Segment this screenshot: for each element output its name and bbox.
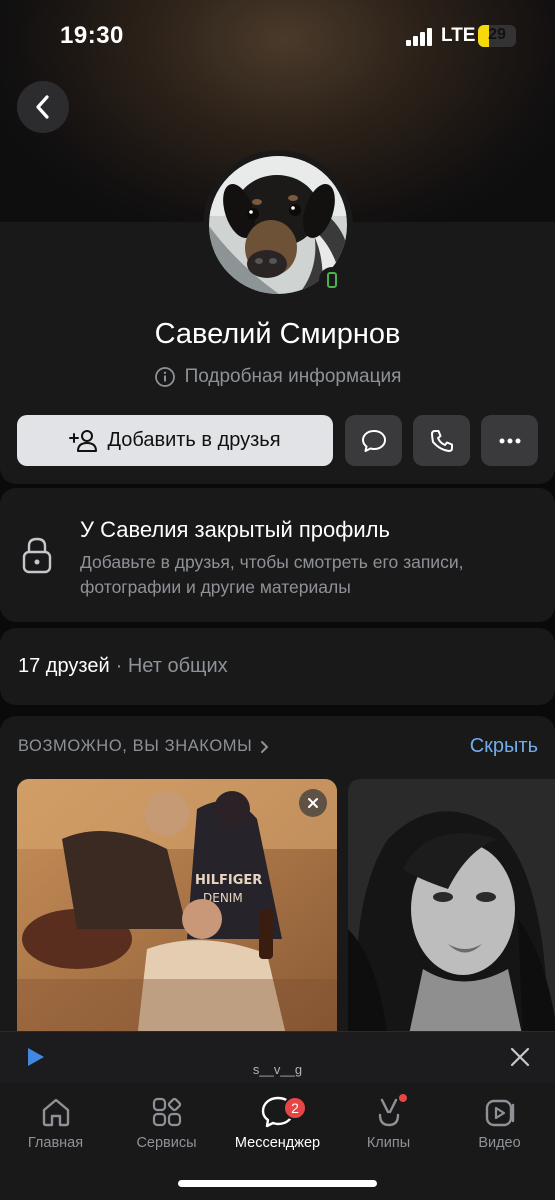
- network-type: LTE: [441, 25, 476, 46]
- friends-row[interactable]: 17 друзей · Нет общих: [0, 628, 555, 705]
- suggestion-card-photo[interactable]: [348, 779, 555, 1039]
- close-icon: [308, 798, 318, 808]
- tab-label: Клипы: [366, 1135, 411, 1151]
- portrait-photo: [348, 779, 555, 1039]
- chat-bubble-icon: [361, 429, 386, 452]
- message-button[interactable]: [345, 415, 402, 466]
- chevron-left-icon: [36, 95, 49, 119]
- chevron-right-icon: [261, 740, 269, 753]
- phone-icon: [430, 429, 453, 452]
- signal-strength-icon: [406, 28, 434, 46]
- status-bar: 19:30 LTE 29: [0, 0, 555, 72]
- details-label: Подробная информация: [184, 366, 402, 387]
- tab-video[interactable]: Видео: [444, 1091, 555, 1151]
- mutual-friends: · Нет общих: [115, 655, 228, 677]
- add-friend-label: Добавить в друзья: [107, 429, 281, 451]
- suggestions-section: ВОЗМОЖНО, ВЫ ЗНАКОМЫ Скрыть HILFIGER DEN…: [0, 716, 555, 1056]
- add-friend-button[interactable]: Добавить в друзья: [17, 415, 333, 466]
- tab-messenger[interactable]: 2 Мессенджер: [222, 1091, 333, 1151]
- suggestions-header[interactable]: ВОЗМОЖНО, ВЫ ЗНАКОМЫ: [18, 737, 270, 756]
- suggestion-card-photo[interactable]: HILFIGER DENIM: [17, 779, 337, 1039]
- services-icon: [152, 1097, 181, 1127]
- lock-icon: [22, 537, 52, 574]
- close-player-icon[interactable]: [509, 1046, 531, 1068]
- home-indicator: [178, 1180, 377, 1187]
- dismiss-suggestion-button[interactable]: [299, 789, 327, 817]
- battery-icon: 29: [478, 25, 516, 47]
- friends-count: 17 друзей: [18, 655, 110, 677]
- back-button[interactable]: [17, 81, 69, 133]
- closed-profile-title: У Савелия закрытый профиль: [80, 517, 390, 542]
- closed-profile-description: Добавьте в друзья, чтобы смотреть его за…: [80, 552, 464, 597]
- tab-clips[interactable]: Клипы: [333, 1091, 444, 1151]
- suggestions-title: ВОЗМОЖНО, ВЫ ЗНАКОМЫ: [18, 737, 253, 755]
- more-button[interactable]: [481, 415, 538, 466]
- status-time: 19:30: [60, 22, 124, 49]
- online-mobile-icon: [319, 267, 345, 293]
- tab-label: Мессенджер: [234, 1135, 321, 1151]
- tab-home[interactable]: Главная: [0, 1091, 111, 1151]
- hide-suggestions-link[interactable]: Скрыть: [470, 735, 538, 758]
- group-photo: HILFIGER DENIM: [17, 779, 337, 1039]
- details-link[interactable]: Подробная информация: [0, 366, 555, 388]
- more-dots-icon: [499, 438, 520, 443]
- messenger-badge: 2: [283, 1096, 307, 1120]
- closed-profile-card: У Савелия закрытый профиль Добавьте в др…: [0, 488, 555, 622]
- add-user-icon: [69, 429, 98, 452]
- profile-name: Савелий Смирнов: [154, 318, 401, 350]
- battery-level: 29: [488, 26, 506, 43]
- tab-label: Главная: [27, 1135, 84, 1151]
- info-icon: [154, 367, 175, 387]
- mini-player[interactable]: s__v__g: [0, 1031, 555, 1083]
- video-icon: [485, 1099, 514, 1127]
- tab-services[interactable]: Сервисы: [111, 1091, 222, 1151]
- call-button[interactable]: [413, 415, 470, 466]
- tab-label: Сервисы: [136, 1135, 197, 1151]
- clips-notification-dot: [399, 1094, 407, 1102]
- track-title: s__v__g: [252, 1062, 303, 1077]
- tab-label: Видео: [478, 1135, 521, 1151]
- svg-text:HILFIGER: HILFIGER: [195, 873, 262, 888]
- home-icon: [42, 1098, 69, 1127]
